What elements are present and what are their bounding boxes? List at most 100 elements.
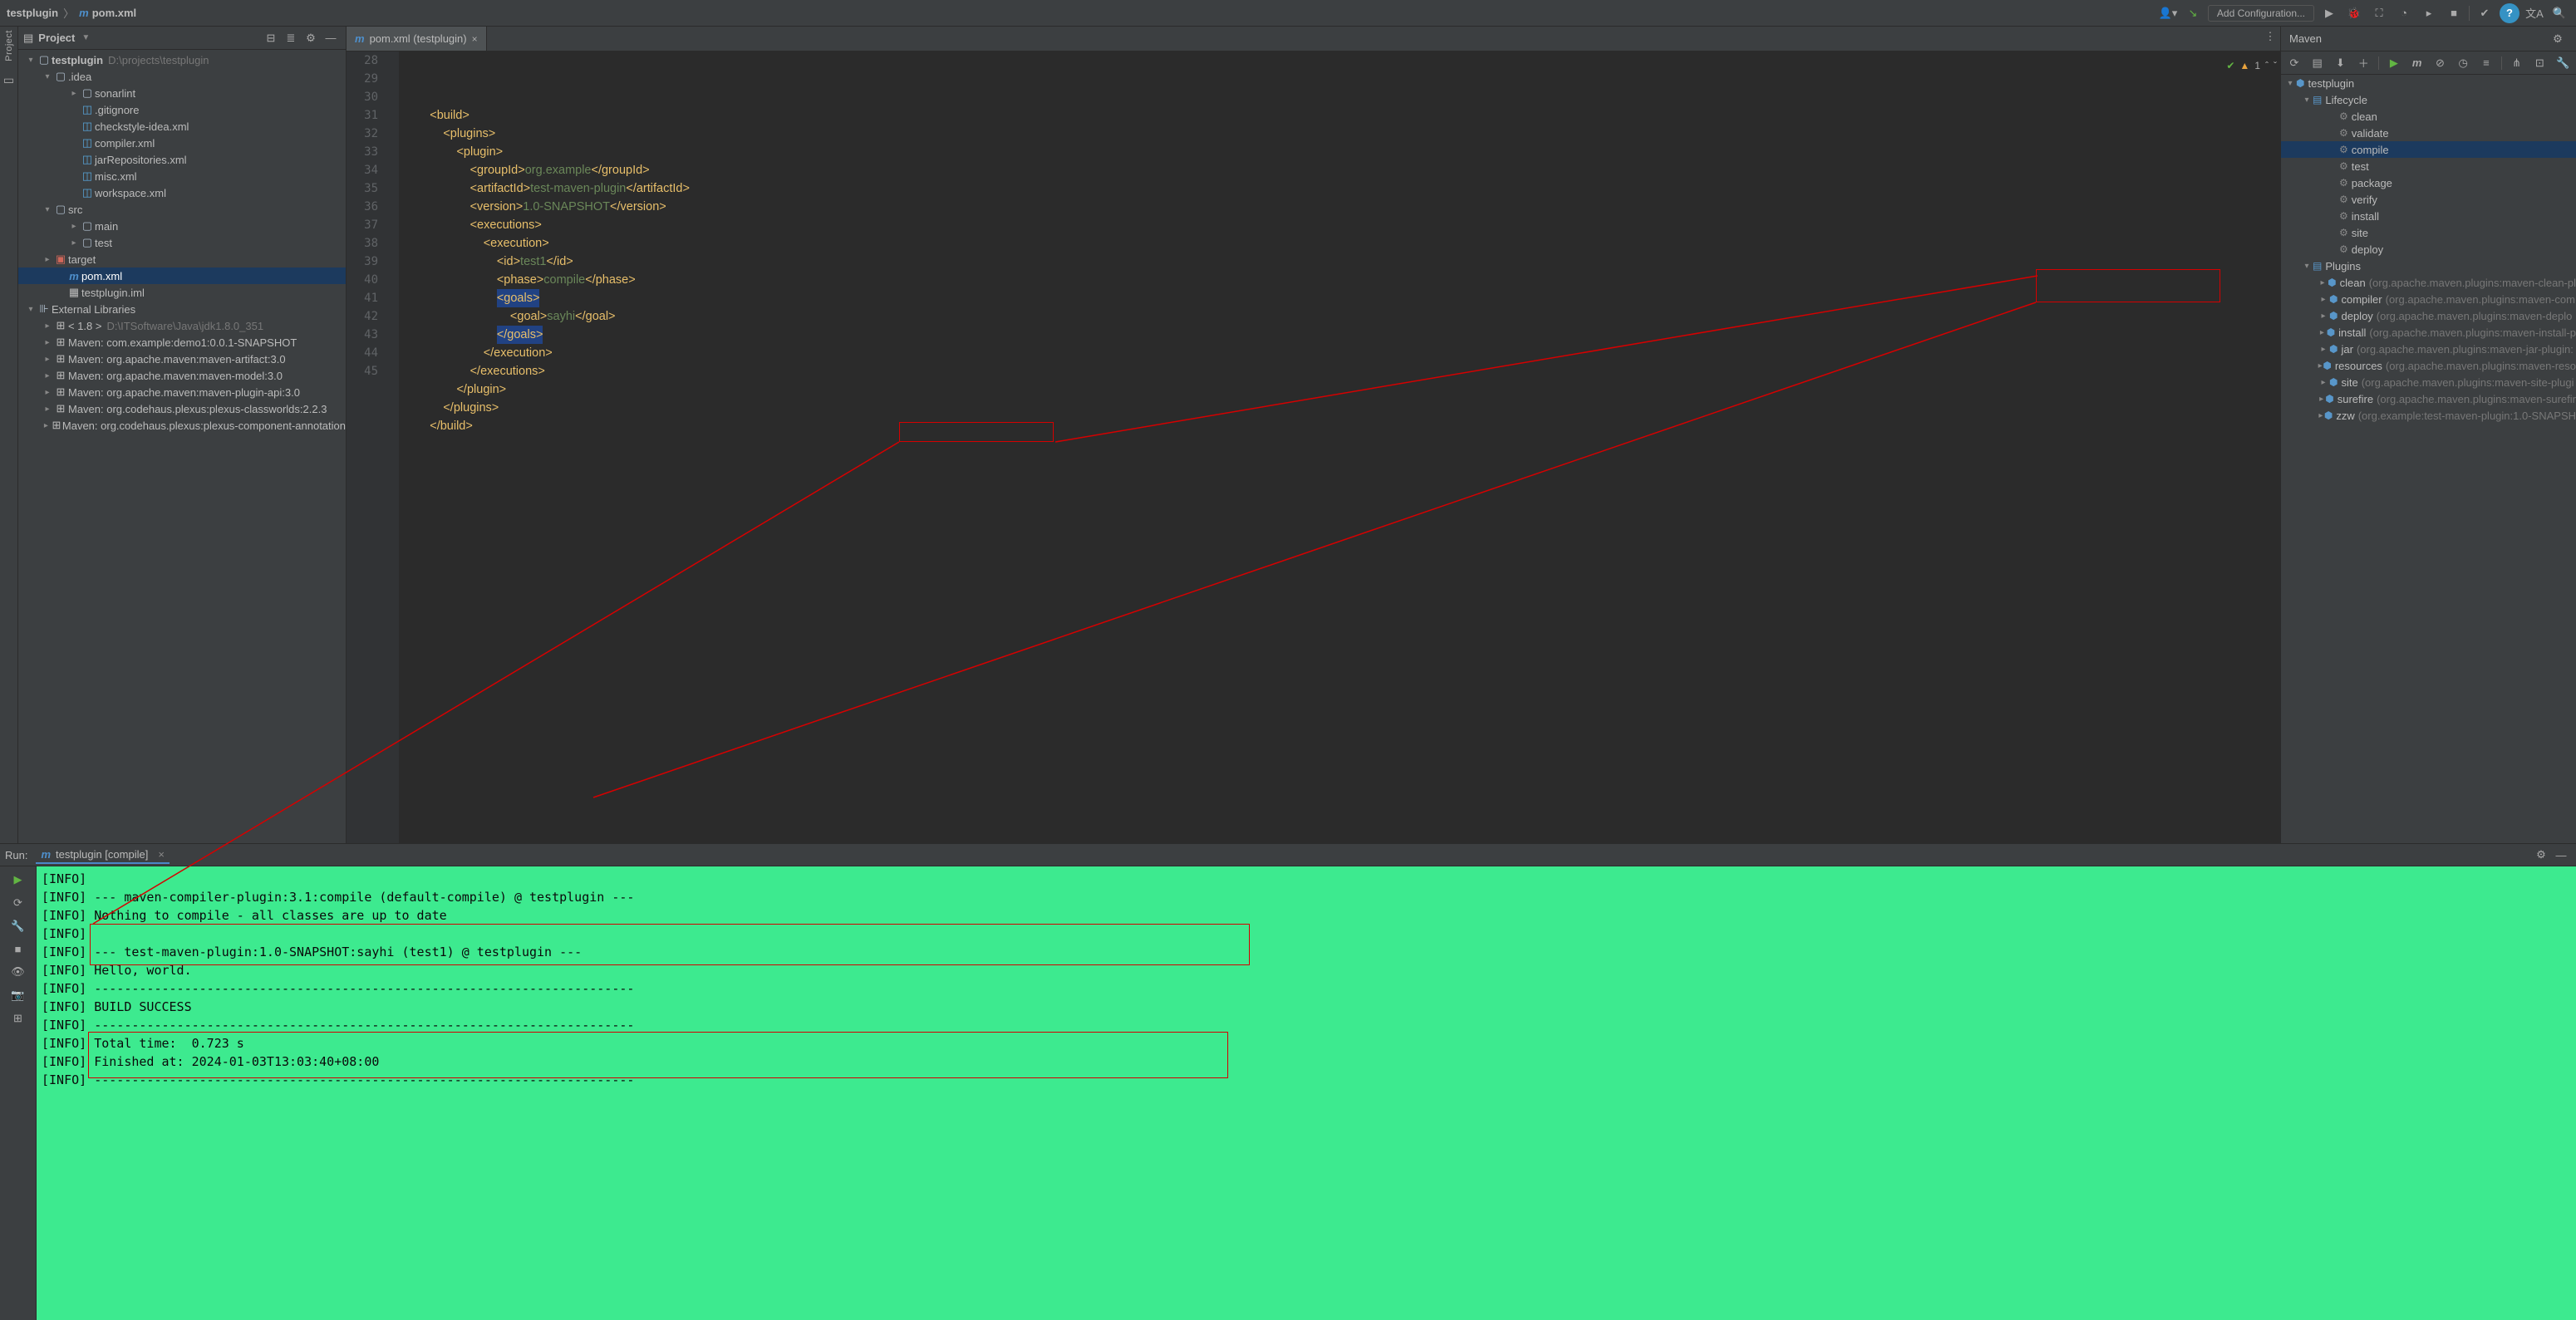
breadcrumb-file[interactable]: pom.xml xyxy=(92,7,136,19)
maven-add-icon[interactable]: ＋ xyxy=(2355,53,2372,73)
help-icon[interactable]: ? xyxy=(2500,3,2519,23)
maven-generate-icon[interactable]: ▤ xyxy=(2309,53,2326,73)
maven-tree-row[interactable]: ▸⬢surefire(org.apache.maven.plugins:mave… xyxy=(2281,390,2576,407)
project-view-dropdown-icon[interactable]: ▼ xyxy=(81,33,90,42)
tree-idea[interactable]: ▾▢.idea xyxy=(18,68,346,85)
folder-strip-icon[interactable]: ▭ xyxy=(3,73,14,87)
maven-tree-row[interactable]: ⚙deploy xyxy=(2281,241,2576,258)
run-settings-icon[interactable]: ⚙ xyxy=(2531,845,2551,865)
maven-tree-row[interactable]: ⚙install xyxy=(2281,208,2576,224)
maven-title: Maven xyxy=(2289,32,2322,45)
stop-icon[interactable]: ■ xyxy=(2444,3,2464,23)
add-configuration-button[interactable]: Add Configuration... xyxy=(2208,5,2314,22)
maven-tree-row[interactable]: ▸⬢zzw(org.example:test-maven-plugin:1.0-… xyxy=(2281,407,2576,424)
rerun-failed-icon[interactable]: ⟳ xyxy=(13,896,22,910)
tree-ext-child[interactable]: ▸⊞Maven: org.apache.maven:maven-plugin-a… xyxy=(18,384,346,400)
run-eye-icon[interactable]: 👁 xyxy=(11,965,25,979)
maven-offline-icon[interactable]: ◷ xyxy=(2455,53,2471,73)
down-nav-icon[interactable]: ˇ xyxy=(2274,56,2277,75)
maven-collapse-icon[interactable]: ⊡ xyxy=(2531,53,2548,73)
tree-idea-child[interactable]: ◫workspace.xml xyxy=(18,184,346,201)
run-tab-close-icon[interactable]: × xyxy=(158,848,165,861)
tree-idea-child[interactable]: ◫checkstyle-idea.xml xyxy=(18,118,346,135)
run-layout-icon[interactable]: ⊞ xyxy=(13,1012,22,1025)
tree-ext-child[interactable]: ▸⊞Maven: org.apache.maven:maven-model:3.… xyxy=(18,367,346,384)
expand-all-icon[interactable]: ≣ xyxy=(281,28,301,48)
profile-icon[interactable]: ◔ xyxy=(2394,3,2414,23)
settings-icon[interactable]: ⚙ xyxy=(301,28,321,48)
run-tab[interactable]: m testplugin [compile] × xyxy=(36,846,169,864)
tree-root[interactable]: ▾▢ testplugin D:\projects\testplugin xyxy=(18,52,346,68)
inspection-widget[interactable]: ✔ ▲ 1 ˆ ˇ xyxy=(2226,56,2277,75)
tree-src[interactable]: ▾▢src xyxy=(18,201,346,218)
maven-tree-row[interactable]: ▸⬢jar(org.apache.maven.plugins:maven-jar… xyxy=(2281,341,2576,357)
tree-ext-lib[interactable]: ▾⊪External Libraries xyxy=(18,301,346,317)
tree-idea-child[interactable]: ◫jarRepositories.xml xyxy=(18,151,346,168)
tree-ext-child[interactable]: ▸⊞< 1.8 >D:\ITSoftware\Java\jdk1.8.0_351 xyxy=(18,317,346,334)
maven-toggle-icon[interactable]: ≡ xyxy=(2478,53,2495,73)
up-nav-icon[interactable]: ˆ xyxy=(2265,56,2269,75)
maven-tree-row[interactable]: ⚙verify xyxy=(2281,191,2576,208)
coverage-icon[interactable]: ⛶ xyxy=(2369,3,2389,23)
maven-skip-tests-icon[interactable]: ⊘ xyxy=(2432,53,2449,73)
maven-tree-row[interactable]: ⚙clean xyxy=(2281,108,2576,125)
run-side-toolbar: ▶ ⟳ 🔧 ■ 👁 📷 ⊞ xyxy=(0,866,37,1320)
run-stop-icon[interactable]: ■ xyxy=(15,943,22,955)
select-opened-file-icon[interactable]: ⊟ xyxy=(261,28,281,48)
more-run-icon[interactable]: ▸ xyxy=(2419,3,2439,23)
tree-idea-child[interactable]: ◫misc.xml xyxy=(18,168,346,184)
tree-src-child[interactable]: ▸▢main xyxy=(18,218,346,234)
maven-run-icon[interactable]: ▶ xyxy=(2386,53,2402,73)
debug-icon[interactable]: 🐞 xyxy=(2344,3,2364,23)
tree-pom[interactable]: mpom.xml xyxy=(18,267,346,284)
maven-tree-row[interactable]: ▸⬢install(org.apache.maven.plugins:maven… xyxy=(2281,324,2576,341)
maven-wrench-icon[interactable]: 🔧 xyxy=(2554,53,2571,73)
run-hide-icon[interactable]: — xyxy=(2551,845,2571,865)
tree-target[interactable]: ▸▣target xyxy=(18,251,346,267)
maven-tree-row[interactable]: ▾▤Lifecycle xyxy=(2281,91,2576,108)
tree-iml[interactable]: ▦testplugin.iml xyxy=(18,284,346,301)
maven-tree-row[interactable]: ⚙compile xyxy=(2281,141,2576,158)
maven-show-deps-icon[interactable]: ⋔ xyxy=(2509,53,2525,73)
maven-tree-row[interactable]: ▸⬢deploy(org.apache.maven.plugins:maven-… xyxy=(2281,307,2576,324)
tree-ext-child[interactable]: ▸⊞Maven: org.apache.maven:maven-artifact… xyxy=(18,351,346,367)
maven-tree-row[interactable]: ▾⬢testplugin xyxy=(2281,75,2576,91)
maven-tree-row[interactable]: ▸⬢site(org.apache.maven.plugins:maven-si… xyxy=(2281,374,2576,390)
maven-tree-row[interactable]: ▸⬢clean(org.apache.maven.plugins:maven-c… xyxy=(2281,274,2576,291)
maven-tree-row[interactable]: ▾▤Plugins xyxy=(2281,258,2576,274)
maven-tree-row[interactable]: ▸⬢resources(org.apache.maven.plugins:mav… xyxy=(2281,357,2576,374)
commit-icon[interactable]: ✔ xyxy=(2475,3,2495,23)
tree-ext-child[interactable]: ▸⊞Maven: org.codehaus.plexus:plexus-comp… xyxy=(18,417,346,434)
maven-settings-icon[interactable]: ⚙ xyxy=(2548,29,2568,49)
maven-tree-row[interactable]: ⚙validate xyxy=(2281,125,2576,141)
maven-reload-icon[interactable]: ⟳ xyxy=(2286,53,2303,73)
tree-ext-child[interactable]: ▸⊞Maven: org.codehaus.plexus:plexus-clas… xyxy=(18,400,346,417)
user-icon[interactable]: 👤▾ xyxy=(2158,3,2178,23)
build-hammer-icon[interactable]: ↘ xyxy=(2183,3,2203,23)
close-tab-icon[interactable]: × xyxy=(472,33,478,45)
editor-more-icon[interactable]: ⋮ xyxy=(2260,27,2280,47)
project-view-title[interactable]: Project xyxy=(38,32,75,44)
rerun-icon[interactable]: ▶ xyxy=(14,873,22,886)
search-everywhere-icon[interactable]: 🔍 xyxy=(2549,3,2569,23)
maven-tree-row[interactable]: ⚙package xyxy=(2281,174,2576,191)
translate-icon[interactable]: 文A xyxy=(2524,3,2544,23)
run-wrench-icon[interactable]: 🔧 xyxy=(11,920,24,933)
tree-idea-child[interactable]: ▸▢sonarlint xyxy=(18,85,346,101)
maven-tree-row[interactable]: ▸⬢compiler(org.apache.maven.plugins:mave… xyxy=(2281,291,2576,307)
maven-tree-row[interactable]: ⚙test xyxy=(2281,158,2576,174)
maven-download-icon[interactable]: ⬇ xyxy=(2333,53,2349,73)
tree-idea-child[interactable]: ◫.gitignore xyxy=(18,101,346,118)
hide-icon[interactable]: — xyxy=(321,28,341,48)
tree-idea-child[interactable]: ◫compiler.xml xyxy=(18,135,346,151)
run-button-icon[interactable]: ▶ xyxy=(2319,3,2339,23)
maven-tree-row[interactable]: ⚙site xyxy=(2281,224,2576,241)
tree-src-child[interactable]: ▸▢test xyxy=(18,234,346,251)
maven-m-icon[interactable]: m xyxy=(2409,53,2426,73)
editor-tab-pom[interactable]: m pom.xml (testplugin) × xyxy=(347,27,487,51)
project-tab-vertical[interactable]: Project xyxy=(4,30,14,61)
run-console[interactable]: [INFO] [INFO] --- maven-compiler-plugin:… xyxy=(37,866,2576,1320)
breadcrumb-project[interactable]: testplugin xyxy=(7,7,58,19)
tree-ext-child[interactable]: ▸⊞Maven: com.example:demo1:0.0.1-SNAPSHO… xyxy=(18,334,346,351)
run-camera-icon[interactable]: 📷 xyxy=(11,989,24,1002)
